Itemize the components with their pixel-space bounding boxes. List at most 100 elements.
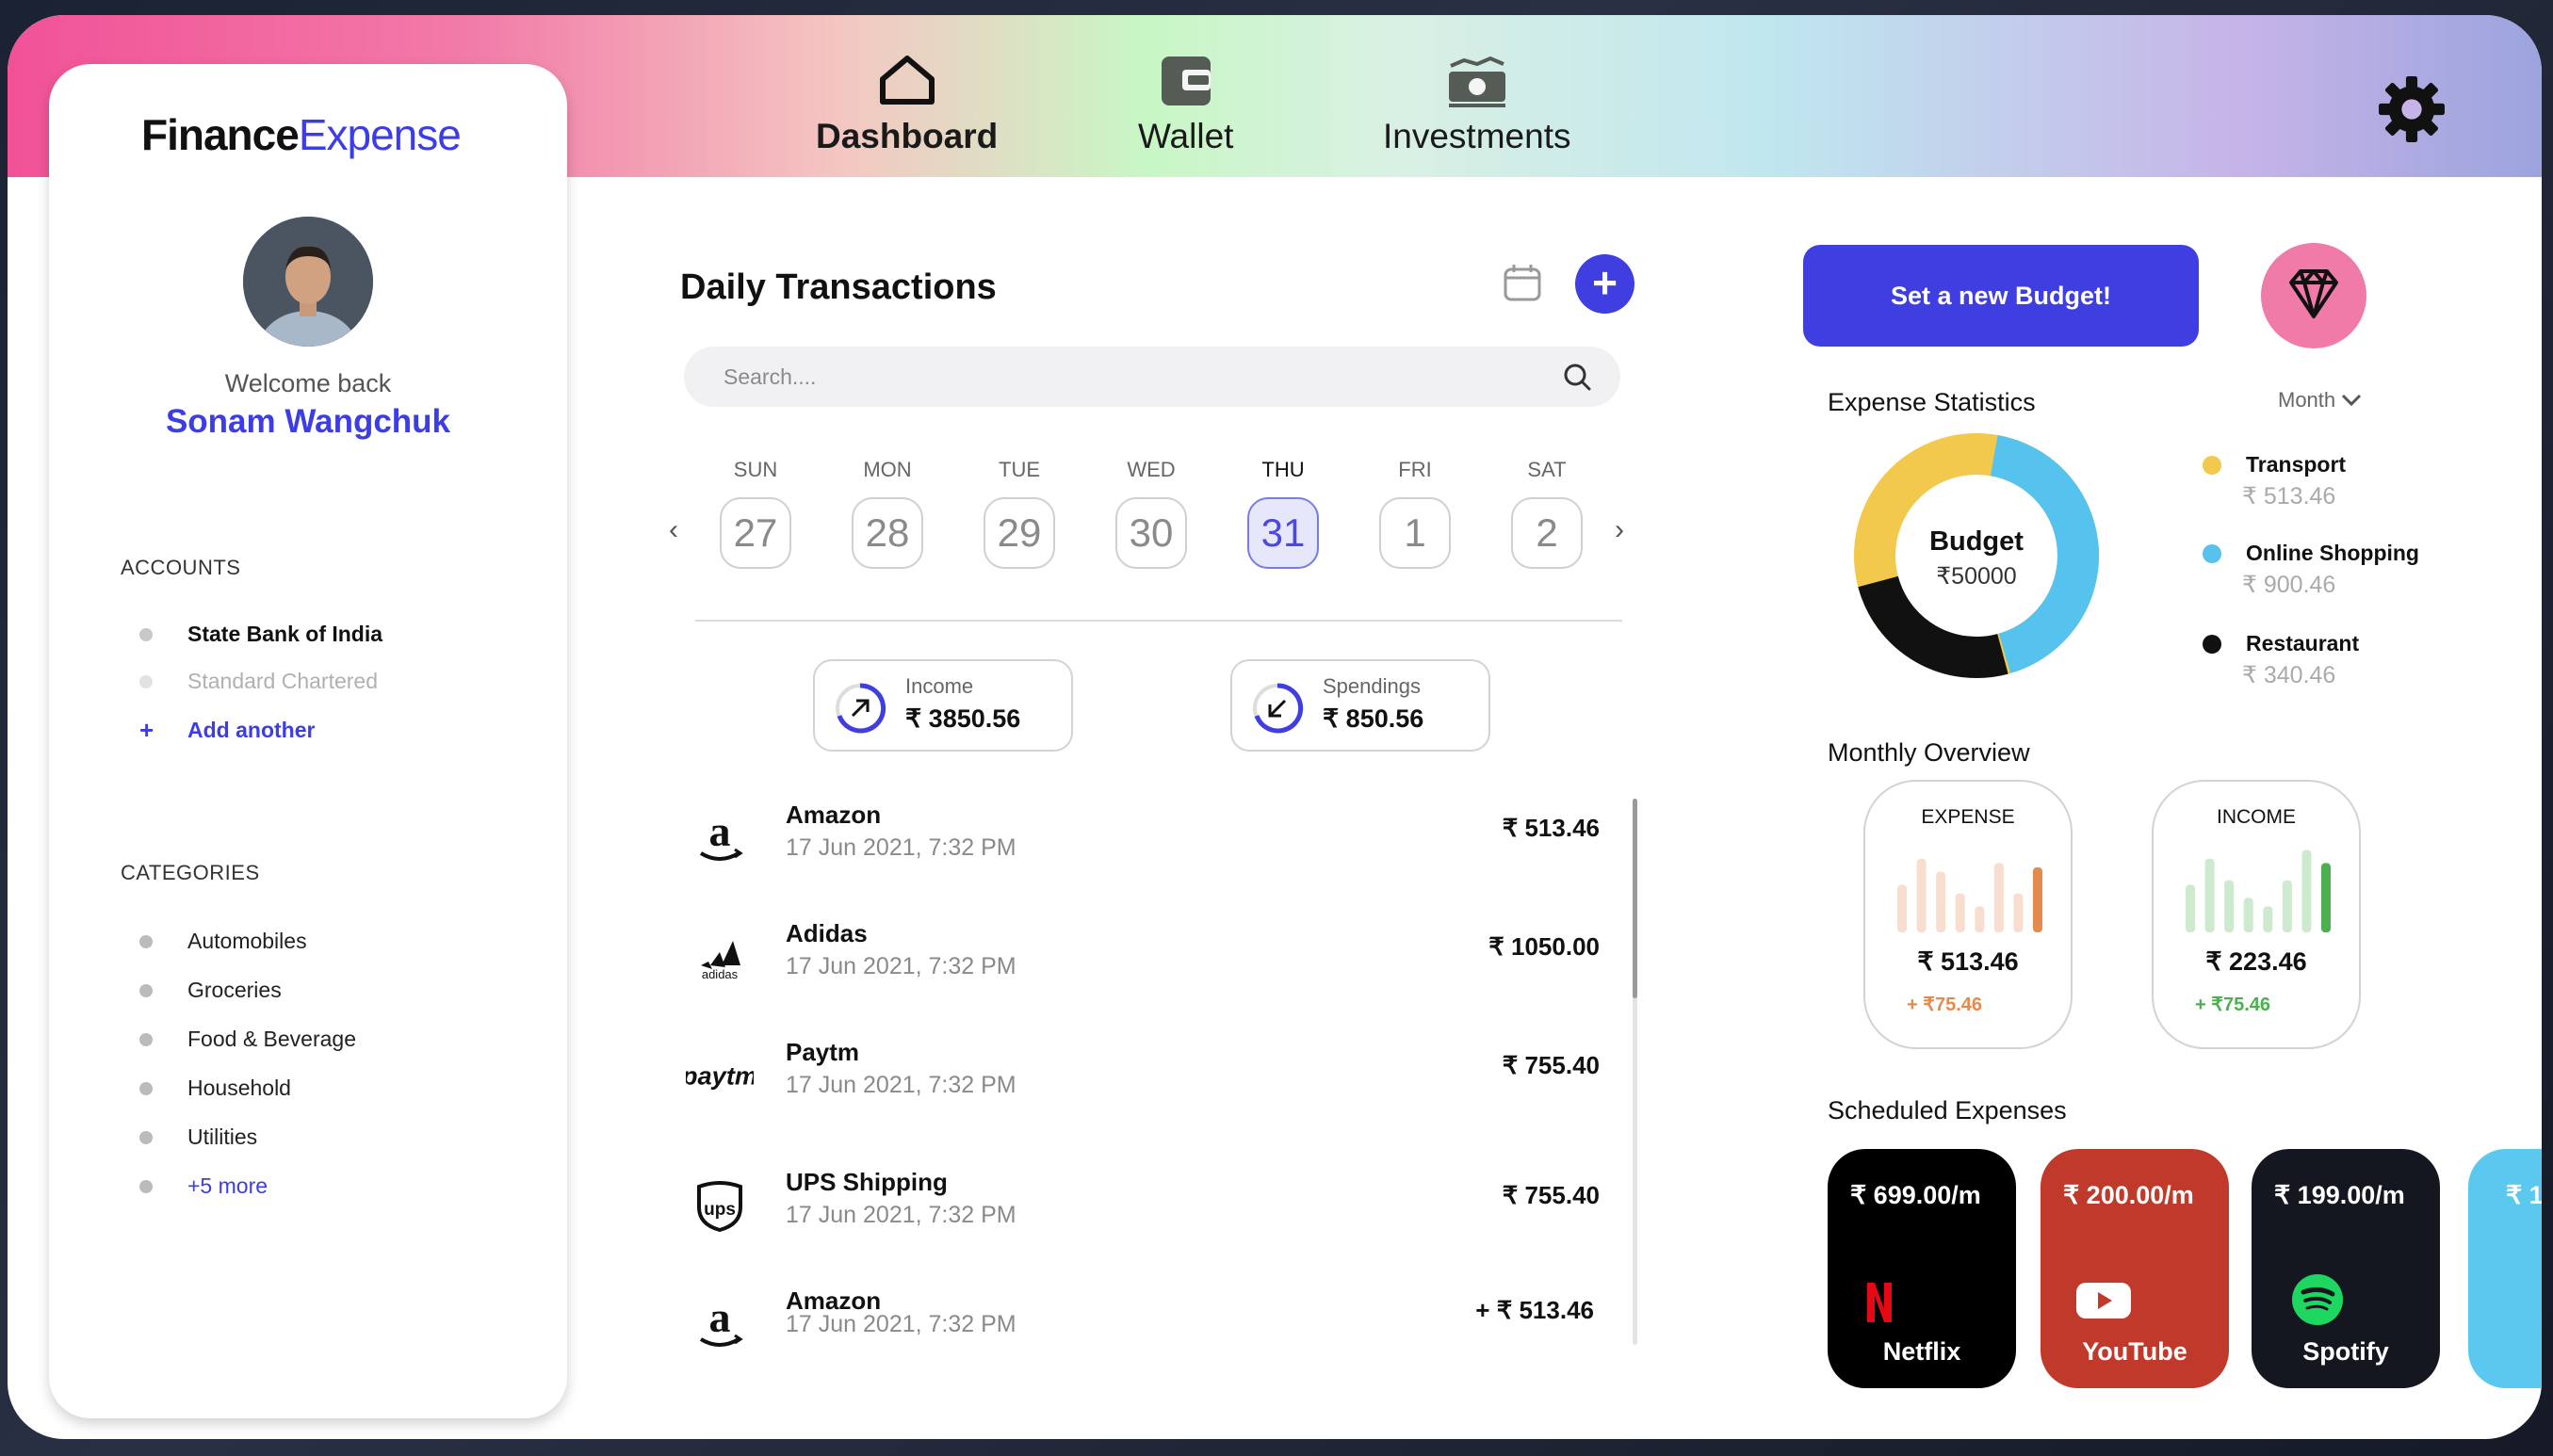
paytm-logo-icon: paytm bbox=[686, 1038, 754, 1113]
transaction-row[interactable]: adidas Adidas 17 Jun 2021, 7:32 PM ₹ 105… bbox=[686, 919, 1600, 1013]
svg-text:adidas: adidas bbox=[702, 967, 739, 980]
account-item[interactable]: Standard Chartered bbox=[139, 669, 378, 694]
sparkline-bar bbox=[1897, 884, 1907, 932]
nav-wallet-label: Wallet bbox=[1138, 117, 1234, 155]
wallet-icon bbox=[1161, 57, 1211, 105]
legend-dot bbox=[2203, 544, 2221, 563]
avatar[interactable] bbox=[243, 217, 373, 347]
income-summary[interactable]: Income ₹ 3850.56 bbox=[813, 659, 1073, 752]
subscription-netflix[interactable]: ₹ 699.00/m Netflix bbox=[1828, 1149, 2016, 1388]
gear-icon[interactable] bbox=[2376, 73, 2447, 145]
income-arrow-icon bbox=[836, 683, 886, 734]
nav-dashboard-label: Dashboard bbox=[816, 117, 999, 155]
prev-week-arrow[interactable]: ‹ bbox=[669, 514, 678, 546]
subscription-partial[interactable]: ₹ 19 bbox=[2468, 1149, 2542, 1388]
day-sun[interactable]: SUN 27 bbox=[718, 458, 793, 569]
day-fri[interactable]: FRI 1 bbox=[1377, 458, 1453, 569]
bullet-icon bbox=[139, 627, 153, 641]
sparkline-bar bbox=[1955, 893, 1965, 932]
nav-wallet[interactable]: Wallet bbox=[1138, 53, 1233, 156]
spotify-icon bbox=[2292, 1274, 2343, 1325]
svg-text:ups: ups bbox=[704, 1200, 736, 1220]
categories-heading: CATEGORIES bbox=[121, 861, 260, 884]
day-tue[interactable]: TUE 29 bbox=[982, 458, 1057, 569]
calendar-icon[interactable] bbox=[1502, 262, 1543, 303]
transaction-row[interactable]: a Amazon 17 Jun 2021, 7:32 PM ₹ 513.46 bbox=[686, 801, 1600, 895]
category-item[interactable]: Groceries bbox=[139, 978, 282, 1003]
sparkline-bar bbox=[2033, 867, 2042, 932]
day-mon[interactable]: MON 28 bbox=[850, 458, 925, 569]
divider bbox=[695, 620, 1622, 622]
youtube-icon bbox=[2076, 1283, 2131, 1318]
bullet-icon bbox=[139, 983, 153, 997]
day-wed[interactable]: WED 30 bbox=[1114, 458, 1189, 569]
bullet-icon bbox=[139, 934, 153, 948]
amazon-logo-icon: a bbox=[686, 801, 754, 876]
expense-stats-title: Expense Statistics bbox=[1828, 388, 2036, 416]
app-logo: FinanceExpense bbox=[141, 110, 462, 159]
sparkline-bar bbox=[2321, 863, 2331, 932]
next-week-arrow[interactable]: › bbox=[1615, 514, 1624, 546]
legend-dot bbox=[2203, 456, 2221, 475]
svg-text:paytm: paytm bbox=[686, 1061, 754, 1091]
period-select[interactable]: Month bbox=[2278, 388, 2362, 413]
account-item[interactable]: State Bank of India bbox=[139, 622, 382, 647]
sparkline-bar bbox=[1993, 863, 2004, 932]
sparkline-bar bbox=[2243, 898, 2253, 932]
category-item[interactable]: Household bbox=[139, 1076, 291, 1101]
more-categories-link[interactable]: +5 more bbox=[139, 1173, 268, 1199]
donut-center-value: ₹50000 bbox=[1936, 563, 2016, 590]
expense-overview-card[interactable]: EXPENSE ₹ 513.46 + ₹75.46 bbox=[1863, 780, 2073, 1049]
spendings-summary[interactable]: Spendings ₹ 850.56 bbox=[1230, 659, 1490, 752]
expense-donut-chart: Budget ₹50000 bbox=[1854, 433, 2099, 679]
sparkline-bar bbox=[2013, 893, 2024, 932]
search-bar bbox=[684, 347, 1620, 407]
add-transaction-button[interactable]: + bbox=[1575, 254, 1634, 314]
sparkline-bar bbox=[1936, 871, 1946, 932]
adidas-logo-icon: adidas bbox=[686, 919, 754, 995]
search-icon[interactable] bbox=[1562, 362, 1592, 392]
bullet-icon bbox=[139, 674, 153, 688]
premium-button[interactable] bbox=[2261, 243, 2366, 348]
sparkline-bar bbox=[2263, 906, 2273, 932]
nav-investments-label: Investments bbox=[1383, 117, 1571, 155]
bullet-icon bbox=[139, 1179, 153, 1193]
day-sat[interactable]: SAT 2 bbox=[1509, 458, 1585, 569]
user-photo bbox=[243, 217, 373, 347]
category-item[interactable]: Automobiles bbox=[139, 929, 307, 954]
income-bar-sparkline bbox=[2186, 849, 2331, 932]
app-window: Dashboard Wallet Investments FinanceExpe… bbox=[8, 15, 2542, 1439]
accounts-heading: ACCOUNTS bbox=[121, 556, 241, 579]
sidebar: FinanceExpense Welcome back Sonam Wangch… bbox=[49, 64, 567, 1418]
income-overview-card[interactable]: INCOME ₹ 223.46 + ₹75.46 bbox=[2152, 780, 2361, 1049]
donut-center-label: Budget bbox=[1929, 526, 2024, 557]
list-scrollbar-thumb[interactable] bbox=[1633, 799, 1637, 998]
sparkline-bar bbox=[2224, 880, 2235, 932]
nav-dashboard[interactable]: Dashboard bbox=[816, 53, 998, 156]
subscription-youtube[interactable]: ₹ 200.00/m YouTube bbox=[2041, 1149, 2229, 1388]
plus-icon: + bbox=[139, 716, 154, 744]
transaction-row[interactable]: paytm Paytm 17 Jun 2021, 7:32 PM ₹ 755.4… bbox=[686, 1038, 1600, 1132]
subscription-spotify[interactable]: ₹ 199.00/m Spotify bbox=[2252, 1149, 2440, 1388]
monthly-overview-title: Monthly Overview bbox=[1828, 738, 2030, 767]
sparkline-bar bbox=[2301, 849, 2312, 932]
category-item[interactable]: Food & Beverage bbox=[139, 1027, 356, 1052]
transaction-row[interactable]: ups UPS Shipping 17 Jun 2021, 7:32 PM ₹ … bbox=[686, 1168, 1600, 1262]
transaction-row[interactable]: a Amazon 17 Jun 2021, 7:32 PM + ₹ 513.46 bbox=[686, 1286, 1600, 1381]
nav-investments[interactable]: Investments bbox=[1383, 53, 1570, 156]
svg-text:a: a bbox=[709, 812, 731, 855]
sparkline-bar bbox=[2282, 880, 2292, 932]
search-input[interactable] bbox=[724, 347, 1534, 407]
scheduled-expenses-title: Scheduled Expenses bbox=[1828, 1096, 2067, 1124]
legend-dot bbox=[2203, 635, 2221, 654]
sparkline-bar bbox=[1975, 906, 1985, 932]
user-name: Sonam Wangchuk bbox=[165, 403, 451, 440]
add-account-button[interactable]: + Add another bbox=[139, 716, 315, 745]
sparkline-bar bbox=[2186, 884, 2195, 932]
set-budget-button[interactable]: Set a new Budget! bbox=[1803, 245, 2199, 347]
day-thu-selected[interactable]: THU 31 bbox=[1245, 458, 1321, 569]
money-stack-icon bbox=[1448, 56, 1505, 107]
bullet-icon bbox=[139, 1081, 153, 1095]
diamond-icon bbox=[2289, 269, 2338, 318]
category-item[interactable]: Utilities bbox=[139, 1124, 257, 1150]
